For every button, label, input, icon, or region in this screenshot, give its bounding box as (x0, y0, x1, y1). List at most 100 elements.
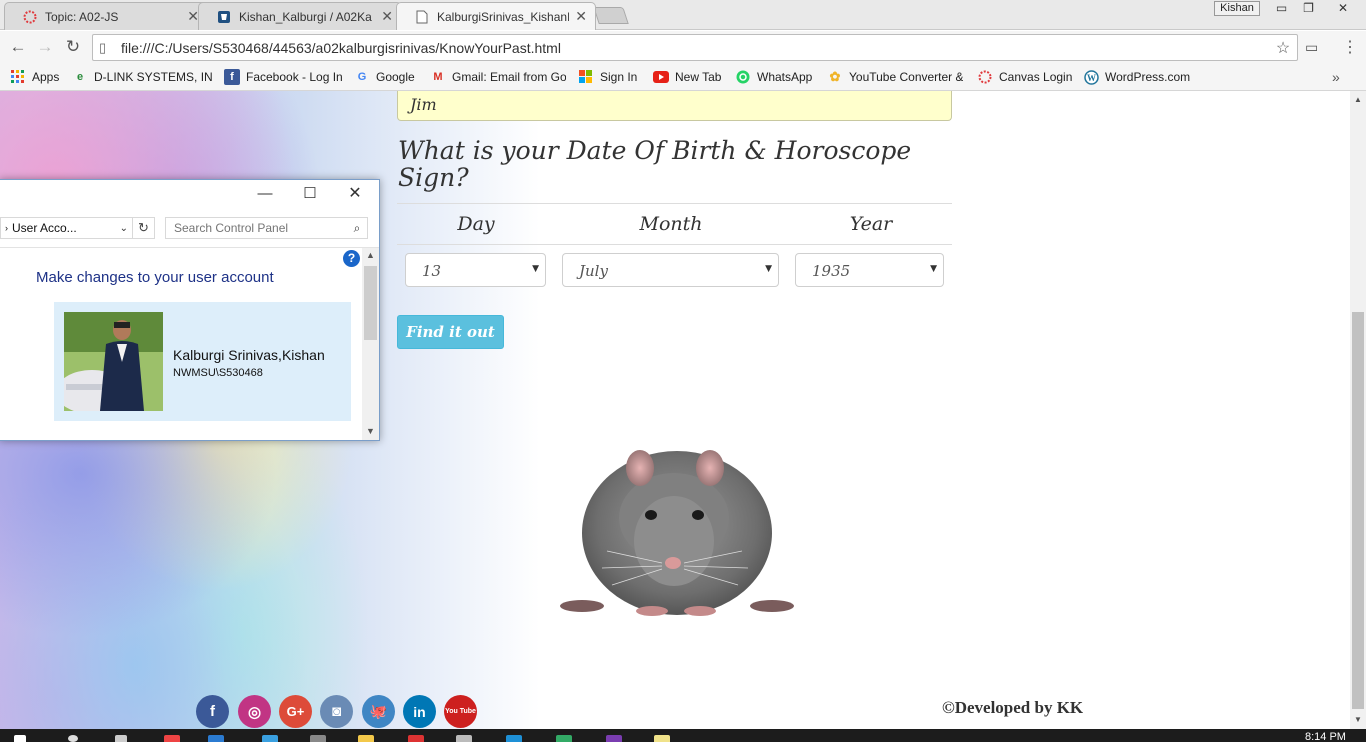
facebook-icon[interactable]: f (196, 695, 229, 728)
app-icon[interactable] (310, 735, 326, 742)
scroll-up-icon[interactable]: ▲ (362, 250, 379, 260)
scroll-thumb[interactable] (1352, 312, 1364, 709)
divider (397, 203, 952, 204)
bookmark-wordpress[interactable]: W WordPress.com (1083, 68, 1190, 86)
facebook-icon: f (224, 69, 240, 85)
bookmark-label: WordPress.com (1105, 70, 1191, 84)
page-info-icon[interactable]: ▯ (99, 40, 113, 56)
bookmark-label: Canvas Login (999, 70, 1073, 84)
bookmark-apps[interactable]: Apps (10, 68, 59, 86)
bucket-icon[interactable]: ◙ (320, 695, 353, 728)
tab-know-your-past[interactable]: KalburgiSrinivas_KishanH ✕ (396, 2, 596, 30)
page-scrollbar[interactable]: ▲ ▼ (1350, 91, 1366, 729)
restore-icon[interactable]: ❐ (1295, 0, 1322, 17)
day-column-label: Day (457, 213, 495, 235)
windows-store-icon[interactable] (208, 735, 224, 742)
file-explorer-icon[interactable] (358, 735, 374, 742)
apps-grid-icon (10, 69, 26, 85)
avatar[interactable] (64, 312, 163, 411)
menu-icon[interactable]: ⋮ (1342, 37, 1358, 57)
search-input[interactable] (174, 221, 347, 235)
clock[interactable]: 8:14 PM (1305, 731, 1346, 742)
browser-toolbar: ← → ↻ ▯ file:///C:/Users/S530468/44563/a… (0, 31, 1366, 64)
back-icon[interactable]: ← (7, 37, 29, 59)
bookmark-facebook[interactable]: f Facebook - Log In (224, 68, 343, 86)
bookmark-sign-in[interactable]: Sign In (578, 68, 637, 86)
year-select[interactable]: 1935 ▼ (795, 253, 944, 287)
app-icon[interactable] (456, 735, 472, 742)
help-icon[interactable]: ? (343, 250, 360, 267)
day-select[interactable]: 13 ▼ (405, 253, 546, 287)
reload-icon[interactable]: ↻ (62, 37, 84, 59)
new-tab-button[interactable] (593, 7, 629, 24)
linkedin-icon[interactable]: in (403, 695, 436, 728)
tab-bitbucket[interactable]: Kishan_Kalburgi / A02Ka ✕ (198, 2, 402, 30)
close-icon[interactable]: ✕ (340, 184, 370, 204)
tab-topic-a02-js[interactable]: Topic: A02-JS ✕ (4, 2, 208, 30)
bookmark-youtube-converter[interactable]: ✿ YouTube Converter & (827, 68, 963, 86)
bookmark-gmail[interactable]: M Gmail: Email from Go (430, 68, 566, 86)
rat-horoscope-image (560, 450, 794, 616)
vscode-icon[interactable] (262, 735, 278, 742)
sticky-notes-icon[interactable] (654, 735, 670, 742)
bookmark-canvas-login[interactable]: Canvas Login (977, 68, 1072, 86)
github-icon[interactable]: 🐙 (362, 695, 395, 728)
app-icon[interactable] (556, 735, 572, 742)
bookmark-star-icon[interactable]: ☆ (1273, 38, 1293, 58)
scroll-up-icon[interactable]: ▲ (1350, 95, 1366, 104)
month-select-value: July (579, 262, 608, 280)
google-plus-icon[interactable]: G+ (279, 695, 312, 728)
search-icon[interactable] (68, 735, 78, 742)
profile-button[interactable]: Kishan (1214, 1, 1260, 16)
close-icon[interactable]: ✕ (575, 8, 587, 25)
search-icon[interactable]: ⌕ (347, 221, 367, 236)
scroll-down-icon[interactable]: ▼ (362, 426, 379, 436)
panel-scrollbar[interactable]: ▲ ▼ (362, 248, 379, 440)
bookmark-dlink[interactable]: e D-LINK SYSTEMS, INC (72, 68, 212, 86)
close-window-icon[interactable]: ✕ (1325, 0, 1361, 17)
close-icon[interactable]: ✕ (381, 8, 393, 25)
wordpress-icon: W (1083, 69, 1099, 85)
bookmark-new-tab[interactable]: New Tab (653, 68, 721, 86)
address-bar[interactable]: ▯ file:///C:/Users/S530468/44563/a02kalb… (92, 34, 1298, 61)
chevron-right-icon: › (5, 223, 8, 233)
chevron-down-icon: ▼ (930, 264, 937, 274)
bookmark-google[interactable]: G Google (354, 68, 415, 86)
bitbucket-icon (217, 10, 231, 24)
more-bookmarks-icon[interactable]: » (1332, 69, 1340, 85)
scroll-thumb[interactable] (364, 266, 377, 340)
youtube-icon[interactable]: You Tube (444, 695, 477, 728)
bookmarks-bar: Apps e D-LINK SYSTEMS, INC f Facebook - … (0, 64, 1366, 91)
window-titlebar[interactable]: — ☐ ✕ (0, 180, 379, 210)
bookmark-label: Google (376, 70, 415, 84)
find-it-out-button[interactable]: Find it out (397, 315, 504, 349)
youtube-glyph: You Tube (445, 707, 476, 715)
name-input[interactable]: Jim (397, 91, 952, 121)
bookmark-whatsapp[interactable]: WhatsApp (735, 68, 812, 86)
app-icon[interactable] (408, 735, 424, 742)
instagram-icon[interactable]: ◎ (238, 695, 271, 728)
chrome-icon[interactable] (164, 735, 180, 742)
divider (0, 247, 379, 248)
minimize-icon[interactable]: ▭ (1268, 0, 1295, 17)
dob-question-heading: What is your Date Of Birth & Horoscope S… (398, 136, 912, 192)
minimize-icon[interactable]: — (250, 184, 280, 204)
start-icon[interactable] (14, 735, 26, 742)
chevron-down-icon[interactable]: ⌄ (120, 223, 128, 234)
bookmark-label: WhatsApp (757, 70, 813, 84)
bookmark-label: Gmail: Email from Go (452, 70, 566, 84)
control-panel-search[interactable]: ⌕ (165, 217, 368, 239)
page-title: Make changes to your user account (36, 269, 274, 286)
maximize-icon[interactable]: ☐ (295, 184, 325, 204)
cast-icon[interactable]: ▭ (1305, 39, 1318, 56)
app-icon[interactable] (606, 735, 622, 742)
refresh-icon[interactable]: ↻ (132, 218, 154, 238)
url-text[interactable]: file:///C:/Users/S530468/44563/a02kalbur… (121, 40, 1273, 56)
task-view-icon[interactable] (115, 735, 127, 742)
month-select[interactable]: July ▼ (562, 253, 779, 287)
address-breadcrumb[interactable]: › User Acco... ⌄ ↻ (0, 217, 155, 239)
scroll-down-icon[interactable]: ▼ (1350, 715, 1366, 724)
microsoft-icon (578, 69, 594, 85)
app-icon[interactable] (506, 735, 522, 742)
forward-icon[interactable]: → (34, 37, 56, 59)
